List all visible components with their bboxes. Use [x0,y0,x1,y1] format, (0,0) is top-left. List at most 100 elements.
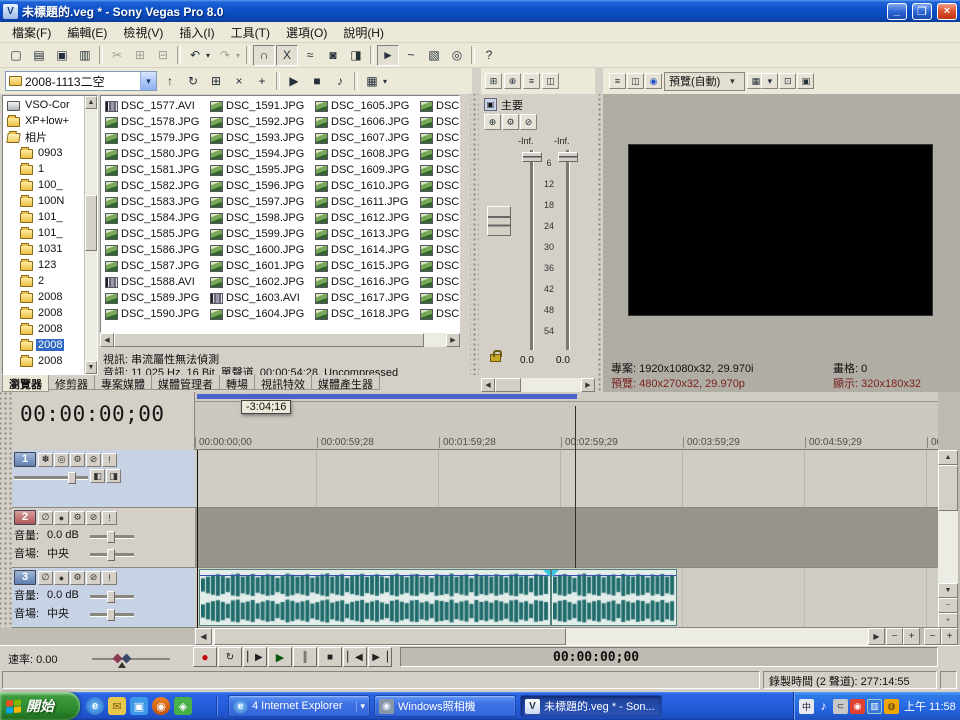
mute-icon[interactable]: ⊘ [86,571,101,585]
tree-item[interactable]: 100_ [4,177,83,193]
overlays-dropdown-icon[interactable]: ▾ [761,73,778,89]
whats-this-help-icon[interactable]: ? [478,45,500,66]
file-item[interactable]: DSC_ [418,146,460,162]
menu-item[interactable]: 工具(T) [223,22,278,43]
audio-event[interactable] [199,569,551,626]
file-item[interactable]: DSC_1594.JPG [208,146,313,162]
scroll-right-icon[interactable]: ▶ [868,628,885,645]
tree-item[interactable]: 123 [4,257,83,273]
menu-item[interactable]: 檔案(F) [4,22,59,43]
enable-snapping-icon[interactable]: ∩ [253,45,275,66]
cut-icon[interactable]: ✂ [106,45,128,66]
volume-envelope[interactable] [200,575,550,576]
minimize-button[interactable]: _ [887,3,907,20]
file-item[interactable]: DSC_1617.JPG [313,290,418,306]
dock-tab[interactable]: 瀏覽器 [2,375,49,392]
paste-icon[interactable]: ⊟ [152,45,174,66]
show-desktop-icon[interactable]: ▣ [130,697,148,715]
record-button[interactable]: ● [193,647,217,667]
tree-item[interactable]: 1 [4,161,83,177]
tree-item[interactable]: 1031 [4,241,83,257]
track-header-1[interactable]: 1 ✽◎⚙⊘! ◧◨ [12,450,195,508]
audio-event[interactable] [551,569,677,626]
track-zoom-in-button[interactable]: + [938,613,958,628]
scroll-right-icon[interactable]: ▶ [446,333,460,347]
scroll-thumb[interactable] [495,378,521,392]
slider-thumb[interactable] [68,472,76,484]
views-dropdown-icon[interactable]: ▾ [380,71,390,92]
dock-grip[interactable] [470,94,479,375]
file-item[interactable]: DSC_1593.JPG [208,130,313,146]
redo-dropdown-icon[interactable]: ▾ [233,45,243,66]
file-item[interactable]: DSC_1580.JPG [103,146,208,162]
tree-item[interactable]: 2008 [4,337,83,353]
tree-scrollbar[interactable]: ▲ ▼ [84,96,97,374]
pan-slider[interactable] [90,553,134,557]
volume-slider[interactable] [90,595,134,599]
auto-preview-icon[interactable]: ♪ [329,71,351,92]
track-header-3[interactable]: 3 ∅●⚙⊘! 音量: 0.0 dB 音場: 中央 [12,568,195,628]
file-item[interactable]: DSC_1589.JPG [103,290,208,306]
tree-item[interactable]: VSO-Cor [4,97,83,113]
slider-thumb[interactable] [107,549,115,561]
preview-quality-combobox[interactable]: 預覽(自動) ▾ [664,72,745,91]
invert-phase-icon[interactable]: ∅ [38,511,53,525]
arm-record-icon[interactable]: ● [54,571,69,585]
file-item[interactable]: DSC_1588.AVI [103,274,208,290]
scroll-thumb[interactable] [938,465,958,511]
go-to-start-button[interactable]: ▏◀ [343,647,367,667]
track-motion-icon[interactable]: ◎ [54,453,69,467]
cursor-time-display[interactable]: 00:00:00;00 [553,650,639,665]
automation-icon[interactable]: ! [102,453,117,467]
timecode-display[interactable]: 00:00:00;00 [20,402,165,426]
zoom-in-button[interactable]: + [903,628,920,645]
start-preview-icon[interactable]: ▶ [283,71,305,92]
time-ruler[interactable]: 00:00:00;0000:00:59;2800:01:59;2800:02:5… [195,402,938,450]
file-item[interactable]: DSC_1612.JPG [313,210,418,226]
menu-item[interactable]: 插入(I) [171,22,222,43]
dock-tab[interactable]: 修剪器 [48,375,95,390]
scroll-down-icon[interactable]: ▼ [85,361,97,374]
titlebar[interactable]: V 未標題的.veg * - Sony Vegas Pro 8.0 _ ❐ × [0,0,960,22]
master-settings-icon[interactable]: ⚙ [502,114,519,130]
file-item[interactable]: DSC_1582.JPG [103,178,208,194]
video-track-lane[interactable] [195,450,938,508]
track-fx-icon[interactable]: ⚙ [70,571,85,585]
file-item[interactable]: DSC_1583.JPG [103,194,208,210]
tree-item[interactable]: 相片 [4,129,83,145]
menu-item[interactable]: 檢視(V) [115,22,171,43]
tree-item[interactable]: 101_ [4,209,83,225]
mute-icon[interactable]: ⊘ [86,511,101,525]
track-height-increase-button[interactable]: + [941,628,958,645]
taskbar-task-camera[interactable]: ◉ Windows照相機 [374,695,516,717]
file-item[interactable]: DSC_1615.JPG [313,258,418,274]
preview-device-icon[interactable]: ◉ [645,73,662,89]
add-favorite-icon[interactable]: + [251,71,273,92]
menu-item[interactable]: 說明(H) [335,22,392,43]
tree-item[interactable]: 0903 [4,145,83,161]
file-item[interactable]: DSC_1596.JPG [208,178,313,194]
dock-tab[interactable]: 媒體產生器 [311,375,380,390]
zoom-out-button[interactable]: − [886,628,903,645]
go-to-end-button[interactable]: ▶▕ [368,647,392,667]
project-properties-icon[interactable]: ▥ [74,45,96,66]
menu-item[interactable]: 編輯(E) [59,22,115,43]
scroll-down-icon[interactable]: ▼ [938,583,958,598]
save-snapshot-icon[interactable]: ▣ [797,73,814,89]
combo-dropdown-icon[interactable]: ▾ [140,72,156,90]
preview-fader[interactable] [487,206,511,236]
volume-icon[interactable]: ♪ [816,699,831,714]
new-project-icon[interactable]: ▢ [5,45,27,66]
file-item[interactable]: DSC_ [418,178,460,194]
master-mute-icon[interactable]: ⊘ [520,114,537,130]
file-item[interactable]: DSC_1603.AVI [208,290,313,306]
tree-item[interactable]: 100N [4,193,83,209]
copy-snapshot-icon[interactable]: ⊡ [779,73,796,89]
timeline-vscrollbar[interactable]: ▲ ▼ − + [938,450,958,628]
file-item[interactable]: DSC_1598.JPG [208,210,313,226]
slider-thumb[interactable] [107,591,115,603]
file-item[interactable]: DSC_ [418,130,460,146]
usb-icon[interactable]: ⊂ [833,699,848,714]
event-edge-handle[interactable] [552,570,559,577]
mute-icon[interactable]: ⊘ [86,453,101,467]
